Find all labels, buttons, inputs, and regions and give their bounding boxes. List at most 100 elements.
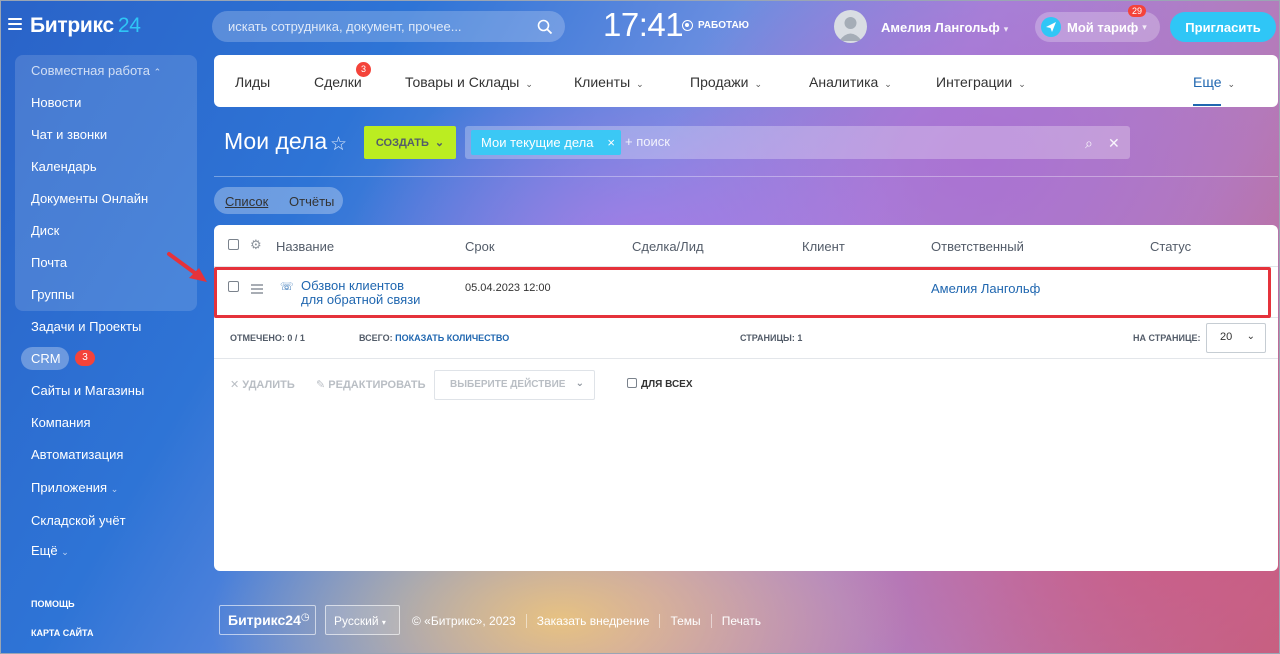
sidebar-item-disk[interactable]: Диск [31, 223, 59, 238]
for-all-toggle[interactable]: ДЛЯ ВСЕХ [627, 378, 693, 390]
sidebar-item-calendar[interactable]: Календарь [31, 159, 97, 174]
tab-products[interactable]: Товары и Склады ⌄ [405, 74, 533, 90]
rocket-icon [1041, 17, 1061, 37]
tariff-badge: 29 [1128, 5, 1147, 17]
footer-link-implementation[interactable]: Заказать внедрение [525, 614, 660, 628]
highlight-box [214, 267, 1271, 318]
per-page-select[interactable]: 20 ⌄ [1206, 323, 1266, 353]
sidebar-item-chat[interactable]: Чат и звонки [31, 127, 107, 142]
user-name: Амелия Лангольф [881, 20, 1000, 35]
menu-burger-icon[interactable] [8, 18, 22, 30]
pages-info: СТРАНИЦЫ: 1 [740, 333, 802, 343]
clear-icon[interactable]: ✕ [1108, 135, 1120, 152]
logo-number: 24 [117, 14, 141, 37]
global-search[interactable] [212, 11, 565, 42]
sidebar-item-apps[interactable]: Приложения ⌄ [31, 480, 118, 495]
tab-leads[interactable]: Лиды [235, 74, 270, 90]
sidebar-item-groups[interactable]: Группы [31, 287, 74, 302]
per-page-label: НА СТРАНИЦЕ: [1133, 333, 1201, 343]
search-icon[interactable] [537, 19, 553, 35]
view-list[interactable]: Список [225, 194, 268, 209]
close-icon: ✕ [230, 379, 240, 391]
sidebar-item-automation[interactable]: Автоматизация [31, 447, 123, 462]
chevron-down-icon: ⌄ [1018, 79, 1026, 89]
group-title-label: Совместная работа [31, 63, 150, 78]
create-button[interactable]: СОЗДАТЬ ⌄ [364, 126, 456, 159]
view-reports[interactable]: Отчёты [289, 194, 334, 209]
tab-label: Товары и Склады [405, 74, 520, 90]
sidebar-item-mail[interactable]: Почта [31, 255, 67, 270]
column-header-responsible[interactable]: Ответственный [931, 239, 1024, 254]
action-select-label: ВЫБЕРИТЕ ДЕЙСТВИЕ [450, 379, 566, 390]
for-all-label: ДЛЯ ВСЕХ [641, 379, 693, 390]
logo-text: Битрикс [30, 14, 114, 37]
sidebar-item-documents[interactable]: Документы Онлайн [31, 191, 148, 206]
chevron-down-icon: ▾ [1142, 21, 1147, 32]
column-header-status[interactable]: Статус [1150, 239, 1191, 254]
sidebar-item-sites[interactable]: Сайты и Магазины [31, 383, 144, 398]
deals-badge: 3 [356, 62, 371, 77]
search-icon[interactable]: ⌕ [1085, 135, 1093, 152]
sidebar-item-news[interactable]: Новости [31, 95, 81, 110]
invite-button[interactable]: Пригласить [1170, 12, 1276, 42]
tab-label: Лиды [235, 74, 271, 90]
tab-clients[interactable]: Клиенты ⌄ [574, 74, 644, 90]
copyright: © «Битрикс», 2023 [412, 614, 516, 628]
chevron-down-icon: ⌄ [525, 79, 533, 89]
footer-links: © «Битрикс», 2023 Заказать внедрение Тем… [412, 614, 771, 628]
language-select[interactable]: Русский ▾ [325, 605, 400, 635]
chevron-down-icon: ⌄ [754, 79, 763, 89]
pages-label: СТРАНИЦЫ: [740, 333, 795, 343]
tab-more[interactable]: Еще ⌄ [1193, 74, 1235, 106]
chevron-up-icon: ⌃ [153, 67, 162, 77]
footer-brand[interactable]: Битрикс24◷ [219, 605, 316, 635]
tab-sales[interactable]: Продажи ⌄ [690, 74, 762, 90]
footer-link-themes[interactable]: Темы [659, 614, 710, 628]
filter-preset-tag[interactable]: Мои текущие дела × [471, 130, 621, 155]
crm-badge: 3 [75, 350, 95, 366]
select-all-checkbox[interactable] [228, 239, 239, 250]
sitemap-link[interactable]: КАРТА САЙТА [31, 628, 93, 638]
tariff-label: Мой тариф [1067, 19, 1139, 35]
avatar[interactable] [834, 10, 867, 43]
close-icon[interactable]: × [607, 135, 615, 150]
chevron-down-icon: ⌄ [884, 79, 892, 89]
edit-label: РЕДАКТИРОВАТЬ [328, 379, 426, 391]
sidebar-item-warehouse[interactable]: Складской учёт [31, 513, 126, 528]
column-header-title[interactable]: Название [276, 239, 334, 254]
action-select[interactable]: ВЫБЕРИТЕ ДЕЙСТВИЕ ⌄ [434, 370, 595, 400]
tab-analytics[interactable]: Аналитика ⌄ [809, 74, 892, 90]
sidebar-item-company[interactable]: Компания [31, 415, 91, 430]
show-count-link[interactable]: ПОКАЗАТЬ КОЛИЧЕСТВО [395, 333, 509, 343]
sidebar-item-crm[interactable]: CRM [21, 347, 69, 370]
gear-icon[interactable]: ⚙ [250, 237, 262, 253]
arrow-annotation-icon [167, 252, 207, 282]
column-header-client[interactable]: Клиент [802, 239, 845, 254]
clock[interactable]: 17:41 [603, 6, 684, 44]
tab-deals[interactable]: Сделки [314, 74, 362, 90]
divider [214, 176, 1278, 177]
logo[interactable]: Битрикс 24 [30, 14, 141, 38]
search-input[interactable] [228, 19, 537, 34]
footer-link-print[interactable]: Печать [710, 614, 771, 628]
column-header-deal[interactable]: Сделка/Лид [632, 239, 704, 254]
sidebar-item-tasks[interactable]: Задачи и Проекты [31, 319, 141, 334]
sidebar-group-title[interactable]: Совместная работа ⌃ [31, 63, 161, 78]
filter-tag-label: Мои текущие дела [481, 135, 594, 150]
work-status[interactable]: РАБОТАЮ [682, 20, 749, 31]
filter-search-input[interactable] [625, 134, 925, 149]
more-label: Ещё [31, 543, 58, 558]
delete-button[interactable]: ✕ УДАЛИТЬ [230, 378, 295, 391]
tab-integrations[interactable]: Интеграции ⌄ [936, 74, 1026, 90]
for-all-checkbox[interactable] [627, 378, 637, 388]
column-header-deadline[interactable]: Срок [465, 239, 495, 254]
tariff-button[interactable]: Мой тариф ▾ 29 [1035, 5, 1160, 42]
chevron-down-icon: ▾ [381, 618, 386, 627]
chevron-down-icon: ⌄ [575, 378, 584, 389]
star-icon[interactable]: ☆ [330, 133, 347, 156]
sidebar-item-more[interactable]: Ещё ⌄ [31, 543, 69, 558]
edit-button[interactable]: ✎ РЕДАКТИРОВАТЬ [316, 378, 426, 391]
user-menu[interactable]: Амелия Лангольф ▾ [881, 20, 1008, 35]
help-link[interactable]: ПОМОЩЬ [31, 599, 75, 609]
filter-bar[interactable]: Мои текущие дела × ⌕ ✕ [465, 126, 1130, 159]
